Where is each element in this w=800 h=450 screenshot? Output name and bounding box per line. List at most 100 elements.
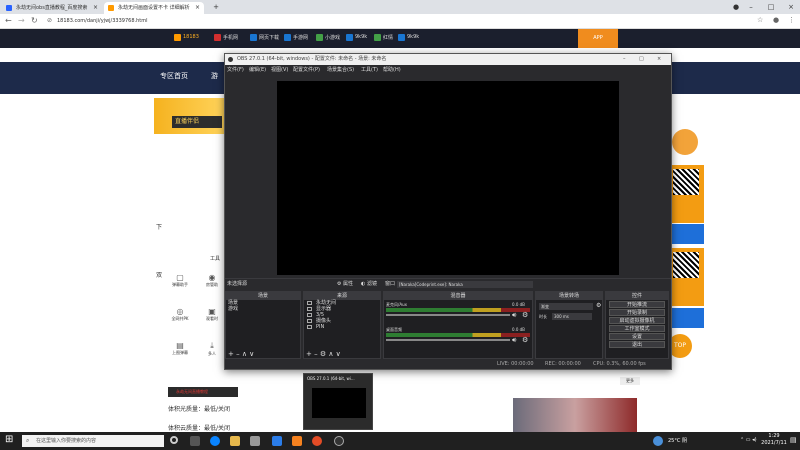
browser-tabstrip: 永劫无间obs直播教程_百度搜索 × 永劫无间画面设置不卡 详细解析 × + ●… — [0, 0, 800, 14]
bookmark-item[interactable]: 9k9k — [398, 34, 419, 41]
gear-icon[interactable]: ⚙ — [522, 336, 528, 344]
clock-date[interactable]: 2021/7/11 — [760, 440, 788, 446]
gear-icon[interactable]: ⚙ — [522, 311, 528, 319]
gear-icon[interactable]: ⚙ — [596, 302, 601, 309]
scene-item[interactable]: 游戏 — [226, 306, 300, 312]
menu-help[interactable]: 帮助(H) — [383, 65, 401, 75]
weather-text[interactable]: 25°C 阴 — [668, 437, 687, 444]
duration-input[interactable]: 300 ms — [552, 313, 592, 320]
store-icon[interactable] — [250, 436, 260, 446]
qr-promo[interactable] — [668, 165, 704, 223]
exit-button[interactable]: 退出 — [609, 341, 665, 348]
tab-2[interactable]: 永劫无间画面设置不卡 详细解析 × — [104, 2, 204, 14]
obs-taskbar-icon[interactable] — [334, 436, 344, 446]
more-button[interactable]: 更多 — [620, 377, 640, 385]
minimize-icon[interactable]: – — [623, 54, 626, 65]
close-tab-icon[interactable]: × — [195, 2, 200, 14]
menu-scene-collection[interactable]: 场景集合(S) — [327, 65, 354, 75]
url-field[interactable]: 18183.com/danji/yjwj/3339768.html — [57, 18, 148, 24]
tray-icons[interactable]: ⌃ ▭ ◂) — [740, 437, 757, 443]
start-streaming-button[interactable]: 开始推流 — [609, 301, 665, 308]
app-icon[interactable] — [292, 436, 302, 446]
bookmark-item[interactable]: 9k9k — [346, 34, 367, 41]
bookmark-item[interactable]: 手机网 — [214, 34, 238, 41]
tool-item[interactable]: ▤ 上图弹幕 — [170, 341, 190, 363]
volume-slider[interactable] — [386, 339, 510, 341]
bookmark-item[interactable]: 网页下载 — [250, 34, 279, 41]
nav-home-link[interactable]: 专区首页 — [160, 71, 188, 81]
reload-icon[interactable]: ↻ — [31, 16, 38, 25]
add-source-icon[interactable]: + – ⚙ ∧ ∨ — [306, 350, 341, 358]
menu-icon[interactable]: ⋮ — [788, 16, 795, 24]
clock-time[interactable]: 1:29 — [760, 433, 788, 439]
camera-icon — [307, 319, 312, 323]
windows-start-icon[interactable]: ⊞ — [5, 434, 13, 445]
qr-promo[interactable] — [668, 248, 704, 306]
preview-canvas[interactable] — [277, 81, 619, 275]
maximize-icon[interactable]: □ — [639, 54, 644, 65]
bookmark-18183[interactable]: 18183 — [174, 34, 199, 41]
sources-header: 来源 — [304, 292, 380, 300]
volume-slider[interactable] — [386, 314, 510, 316]
menu-view[interactable]: 视图(V) — [271, 65, 288, 75]
menu-tools[interactable]: 工具(T) — [361, 65, 378, 75]
tool-label: 房管助 — [206, 282, 218, 287]
filters-button[interactable]: 滤镜 — [367, 279, 377, 290]
minimize-icon[interactable]: – — [740, 0, 762, 14]
edge-icon[interactable] — [210, 436, 220, 446]
transition-select[interactable]: 渐变 — [539, 303, 593, 310]
notification-icon[interactable]: ▤ — [790, 436, 797, 444]
properties-button[interactable]: 属性 — [343, 279, 353, 290]
add-scene-icon[interactable]: + – ∧ ∨ — [228, 350, 254, 358]
chrome-icon[interactable] — [312, 436, 322, 446]
source-item[interactable]: PIN — [304, 324, 380, 330]
red-link[interactable]: 永劫无间直播教程 — [176, 389, 208, 395]
bookmark-star-icon[interactable]: ☆ — [757, 16, 763, 24]
task-view-icon[interactable] — [190, 436, 200, 446]
blue-promo[interactable] — [668, 224, 704, 244]
tool-item[interactable]: ◎ 全网共PK — [170, 307, 190, 329]
tool-item[interactable]: ▣ 观看时 — [202, 307, 222, 329]
back-icon[interactable]: ← — [5, 16, 12, 25]
speaker-icon[interactable]: 🔊︎ — [512, 311, 516, 320]
file-explorer-icon[interactable] — [230, 436, 240, 446]
bookmark-item[interactable]: 小游戏 — [316, 34, 340, 41]
taskbar-thumbnail[interactable]: OBS 27.0.1 (64-bit, wi... — [303, 373, 373, 430]
menu-edit[interactable]: 编辑(E) — [249, 65, 266, 75]
bookmark-item[interactable]: 红情 — [374, 34, 393, 41]
tool-item[interactable]: ⤓ 多人 — [202, 341, 222, 363]
maximize-icon[interactable]: □ — [760, 0, 782, 14]
close-tab-icon[interactable]: × — [93, 2, 98, 14]
orange-promo-button[interactable]: APP — [578, 29, 618, 48]
rec-timer: REC: 00:00:00 — [545, 361, 581, 367]
window-select[interactable]: [Naraka]Codeprint.exe]: Naraka — [397, 281, 533, 288]
tab-1[interactable]: 永劫无间obs直播教程_百度搜索 × — [2, 2, 102, 14]
tool-grid: ▢ 弹幕助手 ◉ 房管助 ◎ 全网共PK ▣ 观看时 ▤ 上图弹幕 ⤓ 多人 — [168, 265, 228, 365]
bm-label: 网页下载 — [259, 35, 280, 41]
menu-file[interactable]: 文件(F) — [227, 65, 244, 75]
settings-button[interactable]: 设置 — [609, 333, 665, 340]
lock-icon: ⊘ — [47, 17, 53, 24]
blue-promo[interactable] — [668, 308, 704, 328]
close-window-icon[interactable]: × — [780, 0, 800, 14]
site-topbar: 18183 手机网 网页下载 手游网 小游戏 9k9k 红情 9k9k APP — [0, 29, 800, 48]
account-icon[interactable]: ● — [773, 16, 779, 24]
nav-link[interactable]: 游 — [211, 71, 218, 81]
studio-mode-button[interactable]: 工作室模式 — [609, 325, 665, 332]
start-recording-button[interactable]: 开始录制 — [609, 309, 665, 316]
cortana-icon[interactable] — [170, 436, 178, 444]
menu-profile[interactable]: 配置文件(P) — [293, 65, 320, 75]
promo-banner[interactable]: 直播伴侣 — [154, 98, 224, 134]
taskbar-search-input[interactable]: ⌕ 在这里输入你要搜索的内容 — [22, 435, 164, 447]
image-icon: ▤ — [176, 341, 184, 350]
tool-item[interactable]: ◉ 房管助 — [202, 273, 222, 295]
speaker-icon[interactable]: 🔊︎ — [512, 336, 516, 345]
virtual-camera-button[interactable]: 启动虚拟摄像机 — [609, 317, 665, 324]
mail-icon[interactable] — [272, 436, 282, 446]
tool-item[interactable]: ▢ 弹幕助手 — [170, 273, 190, 295]
close-icon[interactable]: × — [657, 54, 661, 65]
bookmark-item[interactable]: 手游网 — [284, 34, 308, 41]
tool-label: 全网共PK — [171, 316, 189, 321]
forward-icon[interactable]: → — [18, 16, 25, 25]
new-tab-icon[interactable]: + — [205, 0, 227, 14]
